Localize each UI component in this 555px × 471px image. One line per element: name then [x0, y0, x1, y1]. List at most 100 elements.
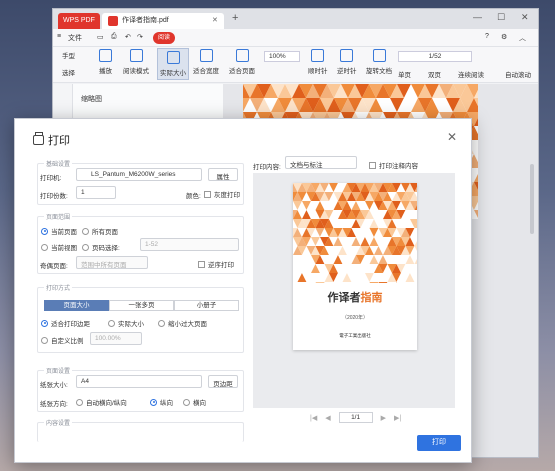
scrollbar[interactable] — [530, 164, 534, 234]
wps-home-tab[interactable]: WPS PDF — [58, 13, 100, 29]
close-icon[interactable]: ✕ — [447, 130, 457, 144]
preview-triangle-art — [293, 183, 417, 291]
radio-current-page[interactable]: 当前页面 — [41, 226, 77, 236]
preview-year: （2020年） — [341, 315, 369, 321]
content-settings-section: 内容设置 — [37, 418, 244, 442]
copies-label: 打印份数: — [40, 193, 68, 200]
page-range-section: 页面范围 当前页面 所有页面 当前视图 页码选择: 1-52 奇偶页面: 范围中… — [37, 212, 244, 274]
radio-portrait[interactable]: 纵向 — [150, 397, 173, 407]
read-mode-tab[interactable]: 阅读 — [153, 32, 175, 44]
toolbar: 手型 选择 播放 阅读模式 实际大小 适合宽度 适合页面 100% 顺时针 逆时… — [53, 47, 538, 83]
radio-shrink[interactable]: 缩小过大页面 — [158, 318, 207, 328]
new-tab-icon[interactable]: + — [232, 12, 238, 24]
minimize-icon[interactable]: — — [473, 12, 482, 22]
read-mode-button[interactable]: 阅读模式 — [123, 49, 149, 75]
paper-size-label: 纸张大小: — [40, 382, 68, 389]
margin-button[interactable]: 页边距 — [208, 375, 238, 388]
print-content-select[interactable]: 文档与标注 — [285, 156, 357, 169]
dialog-title: 打印 — [33, 132, 70, 148]
hamburger-icon[interactable]: ≡ — [57, 33, 61, 40]
radio-current-view[interactable]: 当前视图 — [41, 242, 77, 252]
radio-page-select[interactable]: 页码选择: — [82, 242, 120, 252]
preview-pager: |◀ ◀ 1/1 ▶ ▶| — [310, 412, 401, 423]
tab-bar: WPS PDF 作译者指南.pdf ✕ + — ☐ ✕ — [53, 9, 538, 29]
pdf-file-icon — [108, 16, 118, 26]
close-window-icon[interactable]: ✕ — [521, 12, 529, 23]
single-page-button[interactable]: 单页 — [398, 69, 411, 79]
maximize-icon[interactable]: ☐ — [497, 12, 505, 23]
print-preview: 作译者指南 （2020年） 電子工業出版社 — [253, 173, 455, 408]
first-page-icon[interactable]: |◀ — [310, 414, 317, 422]
document-tab-label: 作译者指南.pdf — [122, 17, 169, 24]
page-range-title: 页面范围 — [44, 212, 73, 221]
radio-auto-orient[interactable]: 自动横向/纵向 — [76, 397, 127, 407]
printer-select[interactable]: LS_Pantum_M6200W_series — [76, 168, 202, 181]
double-page-button[interactable]: 双页 — [428, 69, 441, 79]
zoom-select[interactable]: 100% — [264, 51, 300, 62]
play-button[interactable]: 播放 — [99, 49, 112, 75]
preview-page: 作译者指南 （2020年） 電子工業出版社 — [293, 183, 417, 350]
radio-fit-margin[interactable]: 适合打印边距 — [41, 318, 90, 328]
radio-actual-size[interactable]: 实际大小 — [108, 318, 144, 328]
reverse-checkbox[interactable]: 逆序打印 — [198, 259, 234, 269]
print-mode-segments: 页面大小 一张多页 小册子 — [44, 300, 239, 311]
properties-button[interactable]: 属性 — [208, 168, 238, 181]
seg-multi-page[interactable]: 一张多页 — [109, 300, 174, 311]
preview-title: 作译者指南 — [327, 292, 383, 304]
document-tab[interactable]: 作译者指南.pdf ✕ — [102, 13, 224, 29]
last-page-icon[interactable]: ▶| — [394, 414, 401, 422]
dialog-title-text: 打印 — [48, 135, 70, 147]
printer-label: 打印机: — [40, 175, 62, 182]
content-settings-title: 内容设置 — [44, 418, 73, 427]
custom-scale-input[interactable]: 100.00% — [90, 332, 142, 345]
continuous-button[interactable]: 连续阅读 — [458, 69, 484, 79]
basic-settings-title: 基础设置 — [44, 159, 73, 168]
prev-page-icon[interactable]: ◀ — [325, 414, 330, 422]
print-annot-checkbox[interactable]: 打印注释内容 — [369, 160, 418, 170]
thumbnail-title: 缩略图 — [81, 96, 102, 103]
paper-size-select[interactable]: A4 — [76, 375, 202, 388]
radio-all-pages[interactable]: 所有页面 — [82, 226, 118, 236]
page-select-input[interactable]: 1-52 — [140, 238, 239, 251]
open-icon[interactable]: ▭ — [97, 33, 104, 41]
page-setup-title: 页面设置 — [44, 366, 73, 375]
rotate-cw-button[interactable]: 顺时针 — [308, 49, 328, 75]
menu-file[interactable]: 文件 — [68, 33, 82, 43]
redo-icon[interactable]: ↷ — [137, 33, 143, 41]
play-icon — [99, 49, 112, 62]
odd-even-select[interactable]: 范围中所有页面 — [76, 256, 148, 269]
print-dialog: 打印 ✕ 基础设置 打印机: LS_Pantum_M6200W_series 属… — [14, 118, 472, 463]
fit-width-icon — [199, 49, 213, 62]
rotate-ccw-button[interactable]: 逆时针 — [337, 49, 357, 75]
close-tab-icon[interactable]: ✕ — [212, 13, 218, 29]
page-setup-section: 页面设置 纸张大小: A4 页边距 纸张方向: 自动横向/纵向 纵向 横向 — [37, 366, 244, 412]
print-icon[interactable]: ⎙ — [111, 33, 117, 41]
seg-page-size[interactable]: 页面大小 — [44, 300, 109, 311]
actual-size-button[interactable]: 实际大小 — [157, 48, 189, 80]
grayscale-checkbox[interactable]: 灰度打印 — [204, 189, 240, 199]
next-page-icon[interactable]: ▶ — [381, 414, 386, 422]
auto-scroll-button[interactable]: 自动滚动 — [505, 69, 531, 79]
page-indicator[interactable]: 1/52 — [398, 51, 472, 62]
rotate-doc-button[interactable]: 旋转文档 — [366, 49, 392, 75]
fit-width-button[interactable]: 适合宽度 — [193, 49, 219, 75]
basic-settings-section: 基础设置 打印机: LS_Pantum_M6200W_series 属性 打印份… — [37, 159, 244, 205]
radio-custom-scale[interactable]: 自定义比例 — [41, 335, 84, 345]
seg-booklet[interactable]: 小册子 — [174, 300, 239, 311]
fit-page-button[interactable]: 适合页面 — [229, 49, 255, 75]
select-tool[interactable]: 选择 — [62, 67, 75, 77]
print-button[interactable]: 打印 — [417, 435, 461, 451]
help-icon[interactable]: ? — [485, 33, 489, 40]
print-content-label: 打印内容: — [253, 164, 281, 171]
rotate-doc-icon — [372, 49, 386, 62]
hand-tool[interactable]: 手型 — [62, 50, 75, 60]
copies-input[interactable]: 1 — [76, 186, 116, 199]
undo-icon[interactable]: ↶ — [125, 33, 131, 41]
collapse-icon[interactable]: ︿ — [519, 33, 526, 43]
orientation-label: 纸张方向: — [40, 401, 68, 408]
radio-landscape[interactable]: 横向 — [183, 397, 206, 407]
preview-page-input[interactable]: 1/1 — [338, 412, 373, 423]
settings-icon[interactable]: ⚙ — [501, 33, 507, 41]
fit-page-icon — [235, 49, 249, 62]
color-label: 颜色: — [186, 193, 201, 200]
